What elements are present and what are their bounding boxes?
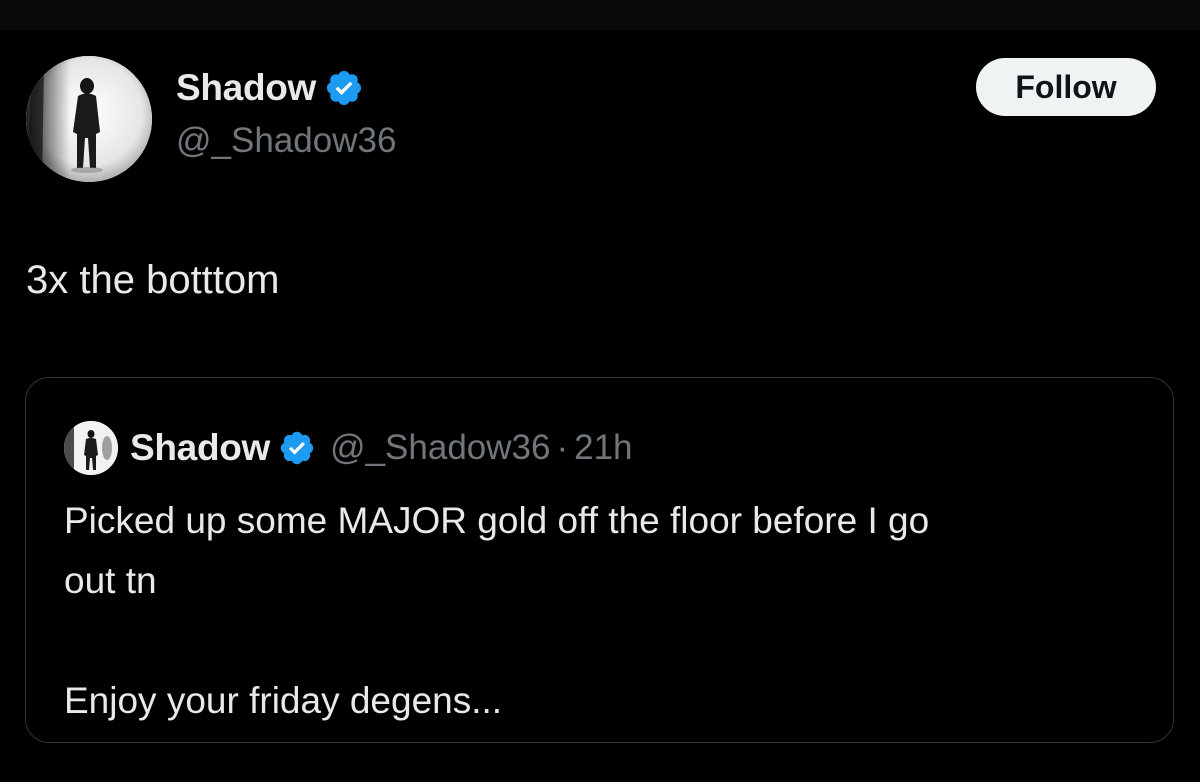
quoted-tweet-body: Picked up some MAJOR gold off the floor … [64, 491, 1134, 731]
quoted-author-handle: @_Shadow36 [330, 428, 551, 467]
verified-badge-icon [324, 68, 364, 108]
author-avatar[interactable] [26, 56, 152, 182]
author-handle[interactable]: @_Shadow36 [176, 121, 396, 161]
quoted-separator-dot: · [556, 428, 569, 467]
quoted-timestamp[interactable]: 21h [574, 428, 632, 468]
tweet-text: 3x the botttom [26, 258, 280, 302]
quoted-tweet-header: Shadow @_Shadow36 · 21h [64, 421, 633, 475]
quoted-author-avatar [64, 421, 118, 475]
quoted-body-line: out tn [64, 560, 157, 601]
quoted-tweet-card[interactable]: Shadow @_Shadow36 · 21h Picked up some M… [25, 377, 1174, 743]
quoted-body-line: Picked up some MAJOR gold off the floor … [64, 500, 930, 541]
quoted-body-line: Enjoy your friday degens... [64, 680, 503, 721]
author-name[interactable]: Shadow [176, 67, 316, 109]
top-bar [0, 0, 1200, 30]
quoted-verified-badge-icon [278, 429, 316, 467]
author-name-row: Shadow [176, 66, 364, 110]
follow-button[interactable]: Follow [976, 58, 1156, 116]
quoted-author-name: Shadow [130, 427, 271, 468]
